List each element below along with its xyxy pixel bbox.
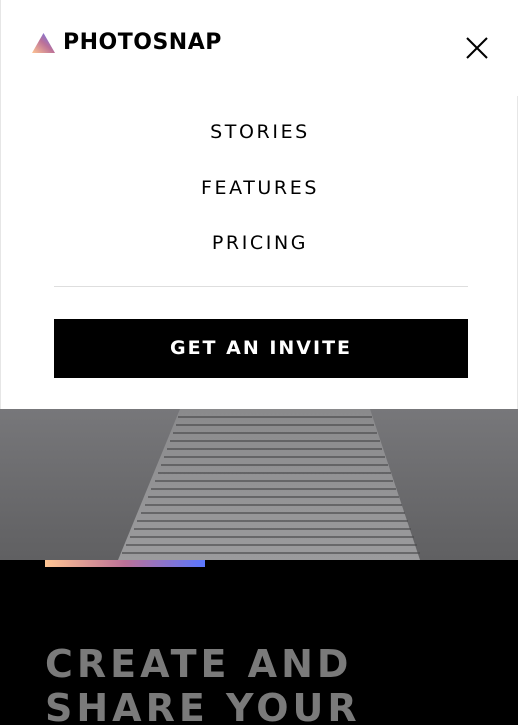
nav-link-pricing[interactable]: PRICING (1, 231, 518, 255)
brand-name: PHOTOSNAP (63, 30, 222, 55)
accent-gradient-bar (45, 560, 205, 567)
hero-title-line-2: SHARE YOUR (45, 686, 361, 725)
site-header: PHOTOSNAP (1, 0, 518, 96)
triangle-gradient-logo-icon (32, 33, 55, 53)
hero-title-line-1: CREATE AND (45, 642, 353, 686)
mobile-menu: PHOTOSNAP STORIES FEATURES PRICING GET A… (0, 0, 518, 409)
get-an-invite-button[interactable]: GET AN INVITE (54, 319, 468, 378)
close-icon (466, 37, 488, 59)
nav-link-features[interactable]: FEATURES (1, 176, 518, 200)
close-menu-button[interactable] (464, 35, 490, 61)
hero-image (0, 409, 518, 560)
brand-logo[interactable]: PHOTOSNAP (32, 30, 222, 56)
nav-link-stories[interactable]: STORIES (1, 120, 518, 144)
menu-divider (54, 286, 468, 287)
boardwalk-photo (0, 409, 518, 560)
hero-title: CREATE AND SHARE YOUR (45, 642, 475, 725)
